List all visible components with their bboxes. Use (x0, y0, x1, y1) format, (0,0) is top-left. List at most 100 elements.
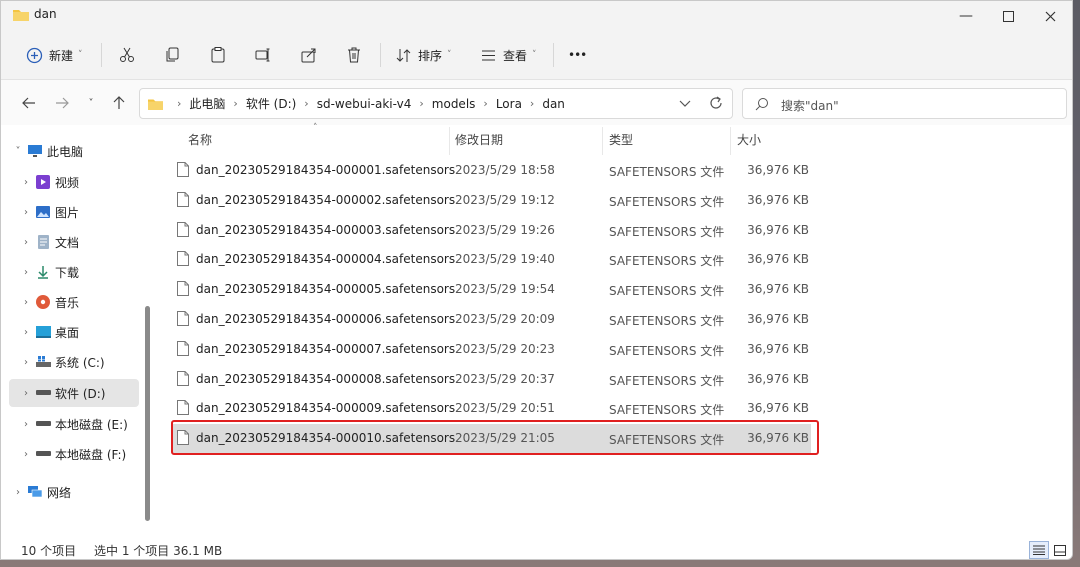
file-row[interactable]: dan_20230529184354-000001.safetensors 202… (171, 156, 811, 185)
chevron-right-icon: › (177, 97, 182, 110)
column-divider[interactable] (449, 127, 450, 155)
refresh-button[interactable] (708, 95, 724, 114)
file-name: dan_20230529184354-000002.safetensors (196, 192, 456, 207)
search-input[interactable]: 搜索"dan" (781, 97, 839, 114)
breadcrumb-item[interactable]: 软件 (D:) (243, 95, 299, 112)
arrow-left-icon (22, 97, 35, 109)
sidebar-item-drive-c[interactable]: › 系统 (C:) (17, 348, 147, 376)
maximize-button[interactable] (985, 1, 1031, 31)
file-row[interactable]: dan_20230529184354-000003.safetensors 202… (171, 216, 811, 245)
sidebar-item-downloads[interactable]: › 下载 (17, 258, 147, 286)
file-type: SAFETENSORS 文件 (609, 343, 725, 358)
breadcrumb-item[interactable]: 此电脑 (186, 95, 228, 112)
sidebar-item-videos[interactable]: › 视频 (17, 168, 147, 196)
chevron-right-icon[interactable]: › (17, 449, 35, 460)
sidebar-item-drive-d[interactable]: › 软件 (D:) (9, 379, 139, 407)
file-type: SAFETENSORS 文件 (609, 403, 725, 418)
chevron-right-icon[interactable]: › (17, 357, 35, 368)
recent-locations-button[interactable]: ˅ (78, 90, 104, 116)
address-bar[interactable]: › 此电脑 › 软件 (D:) › sd-webui-aki-v4 › mode… (139, 88, 733, 119)
back-button[interactable] (16, 90, 42, 116)
sidebar-item-label: 桌面 (55, 325, 80, 340)
file-icon (177, 400, 189, 418)
file-name: dan_20230529184354-000001.safetensors (196, 163, 456, 177)
address-dropdown-button[interactable] (678, 95, 692, 114)
column-divider[interactable] (602, 127, 603, 155)
chevron-right-icon[interactable]: › (17, 297, 35, 308)
chevron-down-icon: ˅ (532, 50, 537, 60)
sidebar-item-music[interactable]: › 音乐 (17, 288, 147, 316)
file-row[interactable]: dan_20230529184354-000005.safetensors 202… (171, 275, 811, 304)
tiles-view-button[interactable] (1050, 541, 1070, 559)
chevron-right-icon[interactable]: › (17, 419, 35, 430)
file-name: dan_20230529184354-000007.safetensors (196, 341, 456, 356)
file-type: SAFETENSORS 文件 (609, 165, 725, 179)
chevron-right-icon[interactable]: › (17, 388, 35, 399)
file-type: SAFETENSORS 文件 (609, 224, 725, 239)
column-header-name[interactable]: 名称 (188, 131, 212, 148)
column-divider[interactable] (730, 127, 731, 155)
sidebar-item-desktop[interactable]: › 桌面 (17, 318, 147, 346)
chevron-right-icon[interactable]: › (17, 267, 35, 278)
sidebar-item-drive-e[interactable]: › 本地磁盘 (E:) (17, 410, 147, 438)
file-row[interactable]: dan_20230529184354-000007.safetensors 202… (171, 335, 811, 364)
sidebar-item-pictures[interactable]: › 图片 (17, 198, 147, 226)
column-header-date[interactable]: 修改日期 (455, 131, 503, 148)
details-view-button[interactable] (1029, 541, 1049, 559)
chevron-right-icon[interactable]: › (17, 327, 35, 338)
close-button[interactable] (1027, 1, 1072, 31)
chevron-down-icon[interactable]: ˅ (9, 146, 27, 157)
breadcrumb-item[interactable]: sd-webui-aki-v4 (314, 97, 415, 111)
forward-button[interactable] (49, 90, 75, 116)
rename-button[interactable] (254, 41, 272, 69)
file-row[interactable]: dan_20230529184354-000004.safetensors 202… (171, 245, 811, 274)
sidebar-item-label: 软件 (D:) (55, 386, 106, 401)
view-label: 查看 (503, 48, 528, 63)
column-header-size[interactable]: 大小 (737, 131, 761, 148)
view-button[interactable]: 查看 ˅ (480, 41, 537, 69)
tiles-view-icon (1054, 544, 1066, 556)
sidebar-item-documents[interactable]: › 文档 (17, 228, 147, 256)
up-button[interactable] (106, 90, 132, 116)
breadcrumb-item[interactable]: Lora (493, 97, 525, 111)
network-icon (27, 484, 43, 500)
sort-button[interactable]: 排序 ˅ (395, 41, 452, 69)
cut-button[interactable] (118, 41, 136, 69)
paste-button[interactable] (209, 41, 227, 69)
file-icon (177, 311, 189, 329)
status-bar: 10 个项目 选中 1 个项目 36.1 MB (1, 537, 1072, 559)
file-row[interactable]: dan_20230529184354-000002.safetensors 202… (171, 186, 811, 215)
file-name: dan_20230529184354-000008.safetensors (196, 371, 456, 386)
share-button[interactable] (300, 41, 318, 69)
copy-icon (166, 47, 179, 62)
new-label: 新建 (49, 48, 74, 63)
file-row[interactable]: dan_20230529184354-000006.safetensors 202… (171, 305, 811, 334)
sort-icon (396, 48, 411, 62)
chevron-right-icon[interactable]: › (17, 207, 35, 218)
window-title: dan (34, 7, 57, 21)
folder-icon (13, 8, 29, 21)
arrow-up-icon (113, 96, 125, 109)
explorer-window: dan — 新建 ˅ 排序 ˅ 查看 ˅ ••• ˅ › 此电脑 › 软件 (D… (0, 0, 1073, 560)
clipboard-icon (211, 47, 225, 63)
file-name: dan_20230529184354-000004.safetensors (196, 252, 456, 267)
breadcrumb-item[interactable]: dan (539, 97, 568, 111)
sidebar-item-label: 本地磁盘 (F:) (55, 447, 127, 462)
sidebar-item-network[interactable]: › 网络 (9, 478, 139, 506)
chevron-right-icon[interactable]: › (9, 487, 27, 498)
sidebar-scrollbar[interactable] (145, 306, 150, 521)
minimize-button[interactable]: — (943, 1, 989, 31)
chevron-right-icon[interactable]: › (17, 237, 35, 248)
copy-button[interactable] (164, 41, 182, 69)
more-options-button[interactable]: ••• (568, 41, 587, 69)
new-button[interactable]: 新建 ˅ (26, 41, 83, 69)
column-header-type[interactable]: 类型 (609, 131, 633, 148)
delete-button[interactable] (345, 41, 363, 69)
search-box[interactable]: 搜索"dan" (742, 88, 1067, 119)
sidebar-item-drive-f[interactable]: › 本地磁盘 (F:) (17, 440, 147, 468)
file-row[interactable]: dan_20230529184354-000008.safetensors 202… (171, 365, 811, 394)
folder-icon (148, 98, 163, 113)
breadcrumb-item[interactable]: models (429, 97, 479, 111)
sidebar-item-this-pc[interactable]: ˅ 此电脑 (9, 137, 139, 165)
chevron-right-icon[interactable]: › (17, 177, 35, 188)
